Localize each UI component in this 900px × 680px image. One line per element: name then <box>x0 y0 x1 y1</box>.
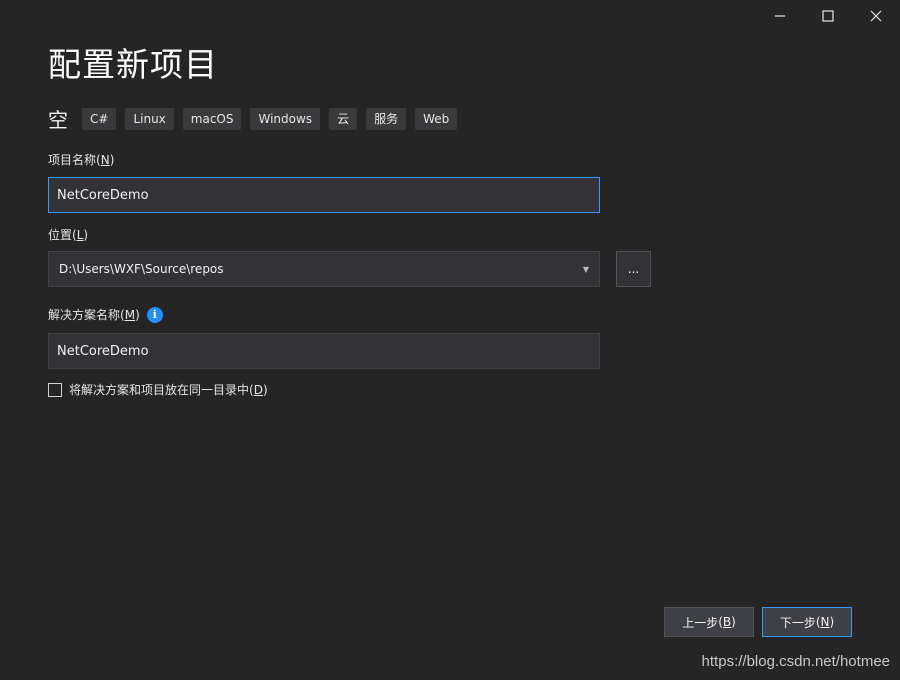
close-icon <box>870 10 882 22</box>
close-button[interactable] <box>852 0 900 32</box>
solution-name-input[interactable] <box>48 333 600 369</box>
solution-name-label: 解决方案名称(M) i <box>48 306 163 323</box>
tag: C# <box>82 107 117 130</box>
tag: Windows <box>250 107 321 130</box>
tag: 云 <box>329 107 358 130</box>
same-directory-checkbox[interactable] <box>48 382 62 397</box>
tag: macOS <box>182 107 242 130</box>
project-name-input[interactable] <box>48 177 600 213</box>
tag: 服务 <box>366 107 407 130</box>
tag: Web <box>415 107 458 130</box>
location-label: 位置(L) <box>48 227 89 243</box>
minimize-icon <box>775 15 785 17</box>
project-name-label: 项目名称(N) <box>48 152 115 168</box>
page-title: 配置新项目 <box>48 45 218 84</box>
same-directory-label[interactable]: 将解决方案和项目放在同一目录中(D) <box>69 381 268 398</box>
same-directory-option[interactable]: 将解决方案和项目放在同一目录中(D) <box>48 381 268 398</box>
back-button[interactable]: 上一步(B) <box>664 607 754 637</box>
next-button[interactable]: 下一步(N) <box>762 607 852 637</box>
minimize-button[interactable] <box>756 0 804 32</box>
template-tags-row: 空 C# Linux macOS Windows 云 服务 Web <box>48 104 466 133</box>
location-value: D:\Users\WXF\Source\repos <box>59 262 224 276</box>
maximize-icon <box>822 10 834 22</box>
window-controls <box>756 0 900 32</box>
tag: Linux <box>125 107 174 130</box>
watermark-text: https://blog.csdn.net/hotmee <box>701 653 890 670</box>
maximize-button[interactable] <box>804 0 852 32</box>
chevron-down-icon[interactable]: ▼ <box>583 265 589 274</box>
template-name: 空 <box>48 108 68 132</box>
location-combobox[interactable]: D:\Users\WXF\Source\repos ▼ <box>48 251 600 287</box>
info-icon[interactable]: i <box>146 306 163 323</box>
browse-button[interactable]: ... <box>616 251 651 287</box>
